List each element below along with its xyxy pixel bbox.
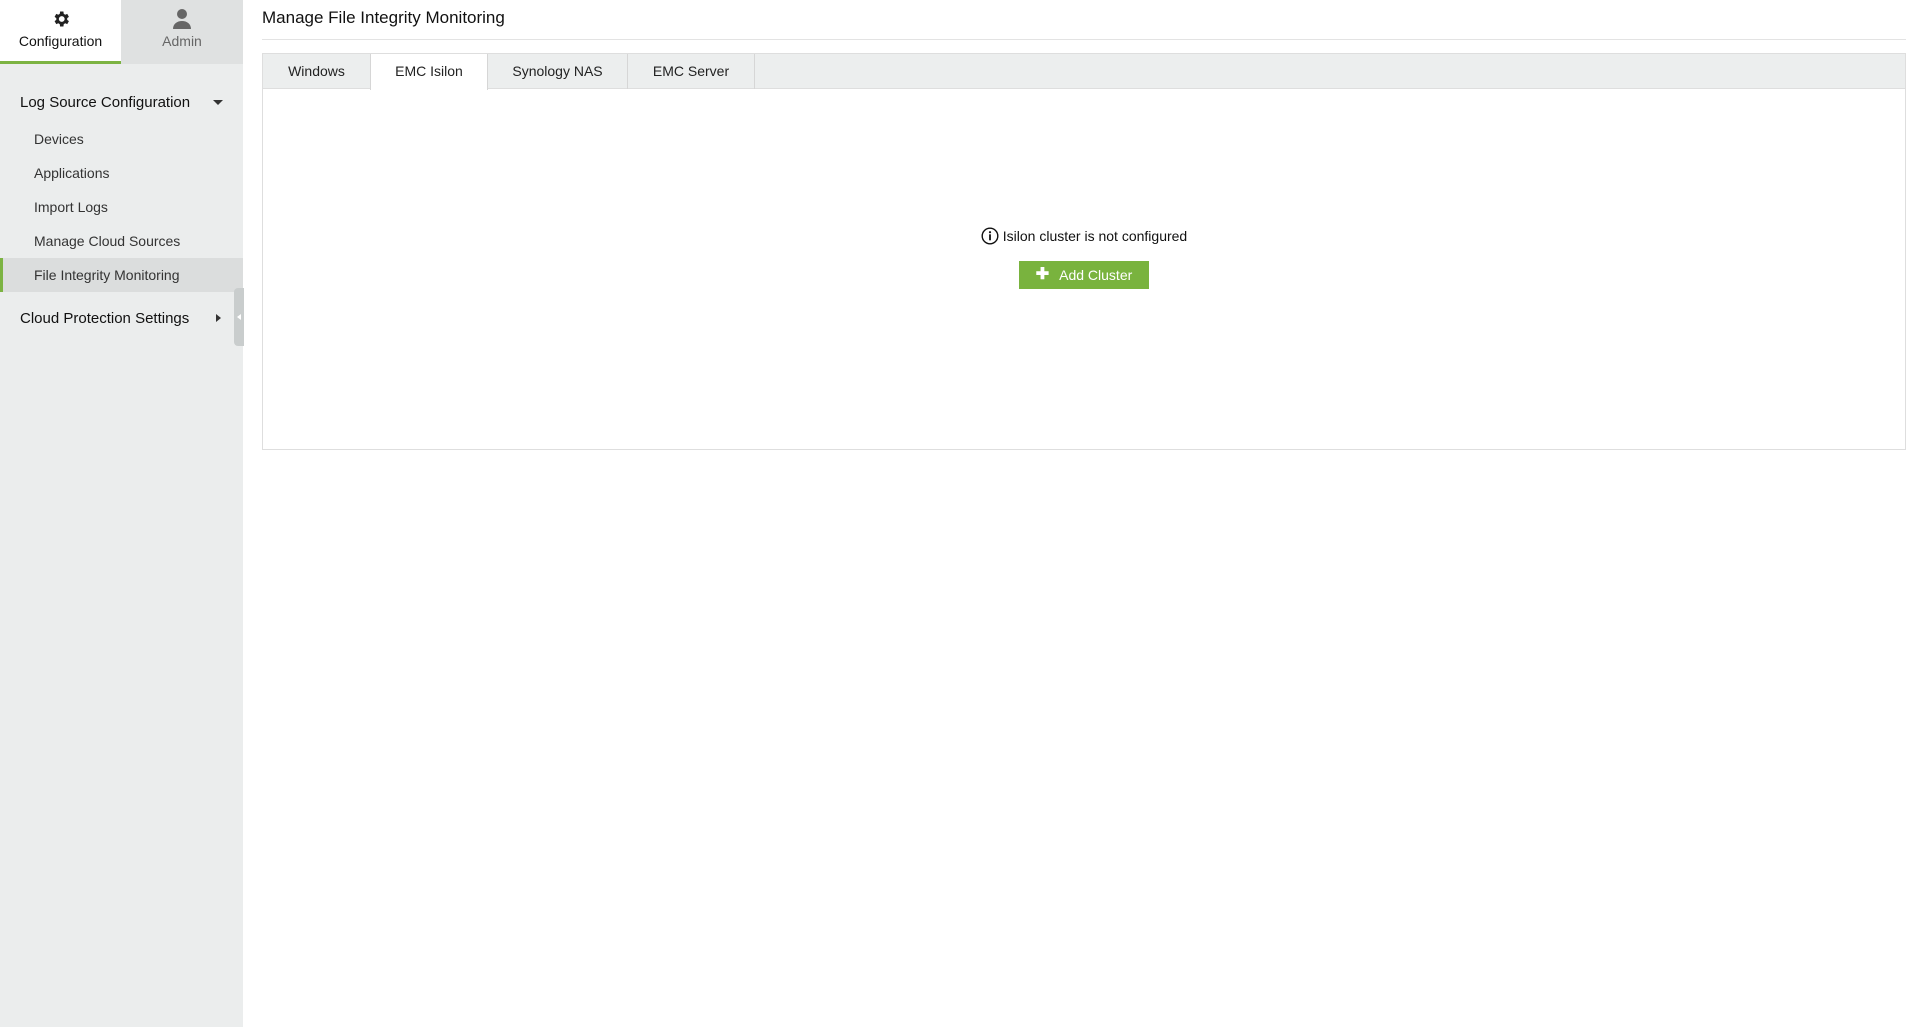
gear-icon: [50, 8, 72, 30]
sidebar-item-import-logs[interactable]: Import Logs: [0, 190, 243, 224]
log-source-nav-list: Devices Applications Import Logs Manage …: [0, 122, 243, 292]
add-cluster-label: Add Cluster: [1059, 267, 1133, 283]
tab-emc-server[interactable]: EMC Server: [628, 54, 755, 89]
chevron-left-icon: [237, 314, 241, 320]
empty-state-message: Isilon cluster is not configured: [263, 227, 1905, 245]
tab-admin[interactable]: Admin: [121, 0, 243, 64]
tab-body-emc-isilon: Isilon cluster is not configured ✚ Add C…: [263, 89, 1905, 449]
sidebar-collapse-handle[interactable]: [234, 288, 244, 346]
page-title: Manage File Integrity Monitoring: [262, 0, 1906, 40]
tab-configuration-label: Configuration: [18, 33, 103, 49]
section-log-source-configuration[interactable]: Log Source Configuration: [0, 86, 243, 118]
sidebar-item-applications[interactable]: Applications: [0, 156, 243, 190]
caret-down-icon: [213, 99, 223, 105]
fim-tab-bar: Windows EMC Isilon Synology NAS EMC Serv…: [263, 54, 1905, 90]
tab-synology-nas[interactable]: Synology NAS: [488, 54, 628, 89]
plus-icon: ✚: [1035, 266, 1050, 283]
main-content: Manage File Integrity Monitoring Windows…: [262, 0, 1906, 450]
tab-emc-isilon[interactable]: EMC Isilon: [370, 54, 488, 90]
tab-admin-label: Admin: [162, 33, 202, 49]
section-title: Log Source Configuration: [20, 93, 191, 111]
user-icon: [171, 8, 193, 30]
tab-configuration[interactable]: Configuration: [0, 0, 121, 64]
sidebar: Configuration Admin Log Source Configura…: [0, 0, 244, 1027]
caret-right-icon: [216, 314, 221, 322]
top-tabs: Configuration Admin: [0, 0, 243, 64]
info-icon: [981, 227, 999, 245]
empty-state-text: Isilon cluster is not configured: [1002, 228, 1188, 244]
tab-windows[interactable]: Windows: [263, 54, 371, 89]
section-cloud-protection-settings[interactable]: Cloud Protection Settings: [0, 302, 243, 334]
sidebar-item-manage-cloud-sources[interactable]: Manage Cloud Sources: [0, 224, 243, 258]
section-title: Cloud Protection Settings: [20, 309, 190, 327]
sidebar-item-file-integrity-monitoring[interactable]: File Integrity Monitoring: [0, 258, 243, 292]
add-cluster-button[interactable]: ✚ Add Cluster: [1019, 261, 1149, 289]
sidebar-item-devices[interactable]: Devices: [0, 122, 243, 156]
fim-panel: Windows EMC Isilon Synology NAS EMC Serv…: [262, 53, 1906, 450]
